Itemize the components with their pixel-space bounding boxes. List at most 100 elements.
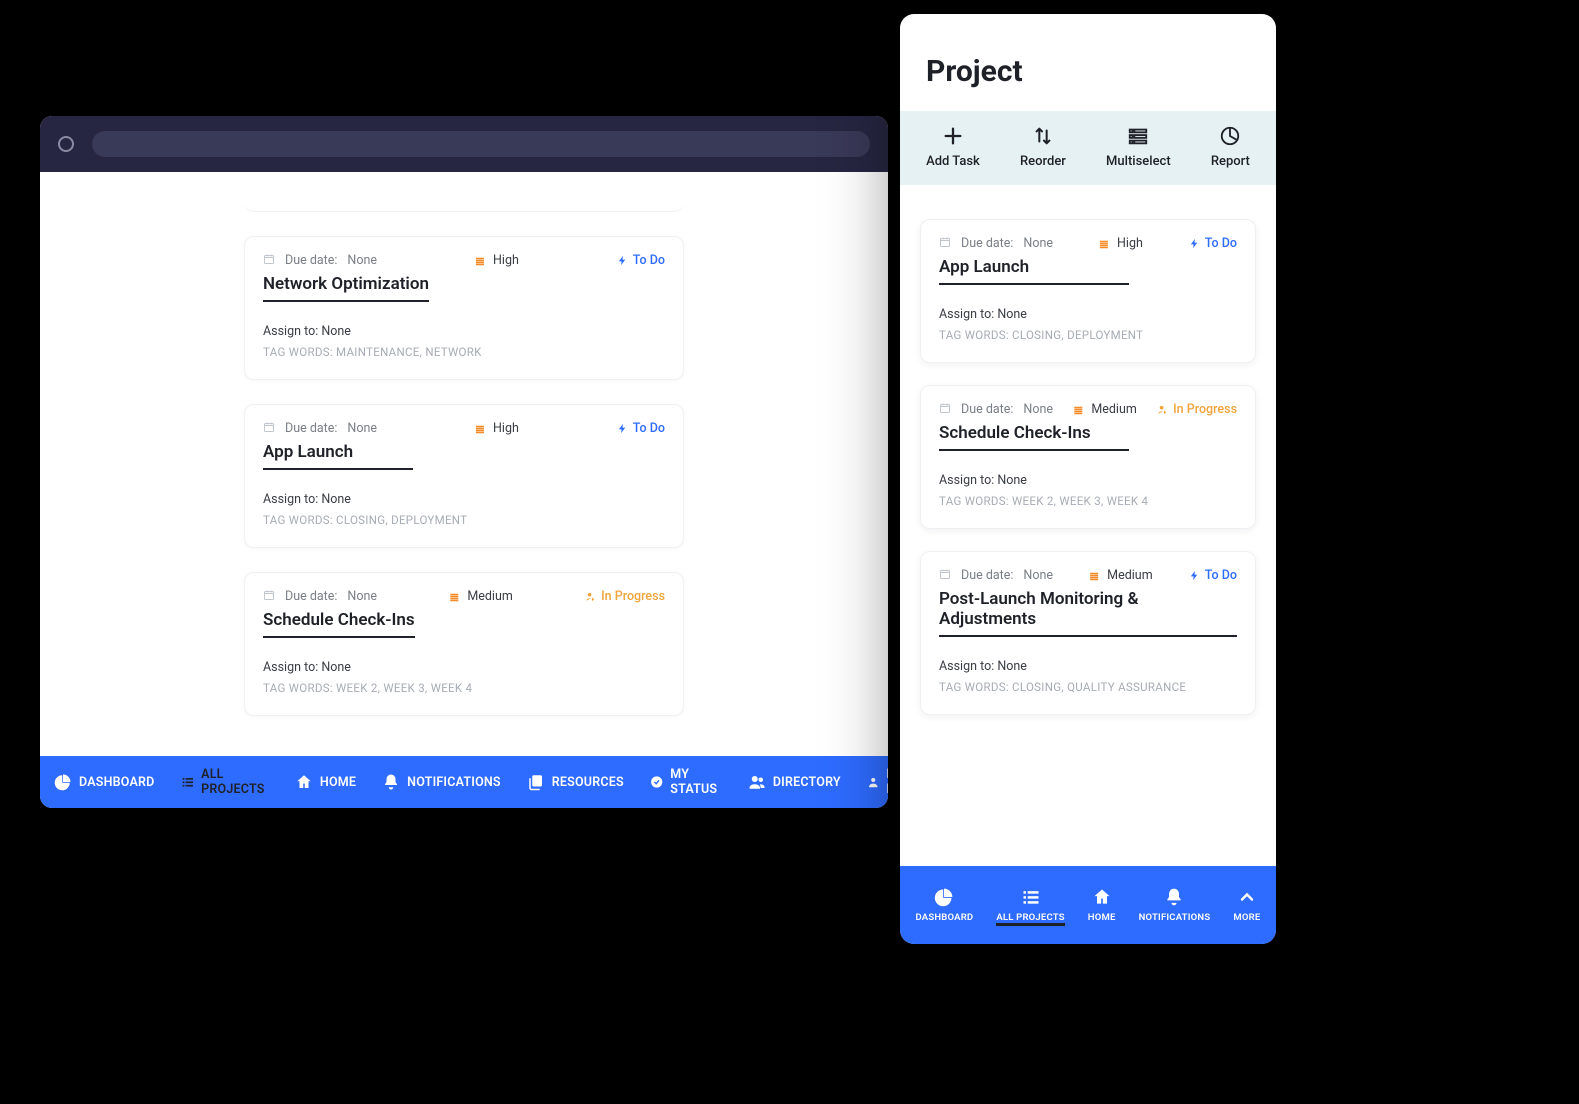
mnav-item-all-projects[interactable]: ALL PROJECTS <box>996 887 1064 926</box>
task-card[interactable]: Due date: None≣MediumIn ProgressSchedule… <box>244 572 684 716</box>
status-badge: To Do <box>617 253 665 268</box>
pie-icon <box>1219 125 1241 147</box>
priority-icon: ≣ <box>449 590 457 604</box>
nav-label: DIRECTORY <box>773 775 841 790</box>
mobile-frame: Project Add Task Reorder Multiselect Report… <box>900 14 1276 944</box>
calendar-icon <box>939 402 951 417</box>
assign-row: Assign to: None <box>939 659 1237 674</box>
due-date-label: Due date: <box>961 402 1013 417</box>
status-text: To Do <box>1205 236 1237 251</box>
home-icon <box>1092 887 1112 907</box>
mnav-item-more[interactable]: MORE <box>1233 887 1260 923</box>
bolt-icon <box>1189 238 1200 249</box>
status-text: In Progress <box>601 589 665 604</box>
nav-label: HOME <box>320 775 356 790</box>
chart-pie-icon <box>54 773 72 791</box>
mnav-label: NOTIFICATIONS <box>1139 912 1211 923</box>
browser-chrome <box>40 116 888 172</box>
mnav-item-dashboard[interactable]: DASHBOARD <box>916 887 974 923</box>
nav-item-all-projects[interactable]: ALL PROJECTS <box>181 767 269 797</box>
assign-row: Assign to: None <box>263 492 665 507</box>
task-card[interactable]: Due date: None≣MediumIn ProgressSchedule… <box>920 385 1256 529</box>
nav-item-my-status[interactable]: MY STATUS <box>650 767 722 797</box>
due-date-label: Due date: <box>285 253 337 268</box>
priority-icon: ≣ <box>1099 237 1107 251</box>
tags-row: TAG WORDS: WEEK 2, WEEK 3, WEEK 4 <box>263 681 665 695</box>
action-report[interactable]: Report <box>1211 125 1250 169</box>
nav-label: RESOURCES <box>552 775 624 790</box>
status-badge: In Progress <box>585 589 665 604</box>
calendar-icon <box>939 568 951 583</box>
nav-label: DASHBOARD <box>79 775 155 790</box>
task-card-partial <box>244 186 684 212</box>
nav-item-dashboard[interactable]: DASHBOARD <box>54 773 155 791</box>
status-badge: In Progress <box>1157 402 1237 417</box>
tags-row: TAG WORDS: MAINTENANCE, NETWORK <box>263 345 665 359</box>
calendar-icon <box>263 589 275 604</box>
due-date-value: None <box>347 253 377 268</box>
nav-label: NOTIFICATIONS <box>407 775 501 790</box>
copy-icon <box>527 773 545 791</box>
nav-label: EDIT PROFILE <box>886 767 888 797</box>
browser-menu-dot[interactable] <box>58 136 74 152</box>
list-icon <box>1127 125 1149 147</box>
nav-item-home[interactable]: HOME <box>295 773 356 791</box>
mobile-action-bar: Add Task Reorder Multiselect Report <box>900 111 1276 185</box>
action-label: Multiselect <box>1106 154 1171 169</box>
tags-row: TAG WORDS: CLOSING, DEPLOYMENT <box>263 513 665 527</box>
action-label: Reorder <box>1020 154 1066 169</box>
bell-icon <box>1164 887 1184 907</box>
due-date-label: Due date: <box>961 236 1013 251</box>
due-date-label: Due date: <box>285 421 337 436</box>
priority-icon: ≣ <box>1089 569 1097 583</box>
priority-value: Medium <box>467 589 512 604</box>
mobile-bottom-nav: DASHBOARD ALL PROJECTS HOME NOTIFICATIONS MO… <box>900 866 1276 944</box>
priority-icon: ≣ <box>475 422 483 436</box>
mnav-label: ALL PROJECTS <box>996 912 1064 923</box>
action-multiselect[interactable]: Multiselect <box>1106 125 1171 169</box>
priority-value: Medium <box>1107 568 1152 583</box>
nav-item-notifications[interactable]: NOTIFICATIONS <box>382 773 501 791</box>
browser-url-bar[interactable] <box>92 131 870 157</box>
bolt-icon <box>617 423 628 434</box>
mnav-item-notifications[interactable]: NOTIFICATIONS <box>1139 887 1211 923</box>
priority-icon: ≣ <box>475 254 483 268</box>
task-card[interactable]: Due date: None≣MediumTo DoPost-Launch Mo… <box>920 551 1256 715</box>
priority-icon: ≣ <box>1073 403 1081 417</box>
priority-value: High <box>493 421 519 436</box>
due-date-value: None <box>1023 568 1053 583</box>
mnav-item-home[interactable]: HOME <box>1088 887 1116 923</box>
bolt-icon <box>1189 570 1200 581</box>
home-icon <box>295 773 313 791</box>
status-text: To Do <box>633 421 665 436</box>
priority-value: High <box>493 253 519 268</box>
updown-icon <box>1032 125 1054 147</box>
task-title: Post-Launch Monitoring & Adjustments <box>939 589 1237 637</box>
assign-row: Assign to: None <box>939 473 1237 488</box>
mobile-task-list: Due date: None≣HighTo DoApp LaunchAssign… <box>900 185 1276 866</box>
nav-item-resources[interactable]: RESOURCES <box>527 773 624 791</box>
due-date-value: None <box>1023 402 1053 417</box>
users-icon <box>748 773 766 791</box>
due-date-label: Due date: <box>961 568 1013 583</box>
list-icon <box>181 773 195 791</box>
desktop-browser-window: Due date: None≣HighTo DoNetwork Optimiza… <box>40 116 888 808</box>
tags-row: TAG WORDS: CLOSING, QUALITY ASSURANCE <box>939 680 1237 694</box>
calendar-icon <box>263 421 275 436</box>
action-add-task[interactable]: Add Task <box>926 125 980 169</box>
mnav-label: HOME <box>1088 912 1116 923</box>
task-card[interactable]: Due date: None≣HighTo DoApp LaunchAssign… <box>920 219 1256 363</box>
due-date-label: Due date: <box>285 589 337 604</box>
page-title: Project <box>926 54 1250 89</box>
bolt-icon <box>617 255 628 266</box>
due-date-value: None <box>1023 236 1053 251</box>
nav-item-directory[interactable]: DIRECTORY <box>748 773 841 791</box>
due-date-value: None <box>347 421 377 436</box>
nav-item-edit-profile[interactable]: EDIT PROFILE <box>867 767 888 797</box>
task-card[interactable]: Due date: None≣HighTo DoNetwork Optimiza… <box>244 236 684 380</box>
task-title: App Launch <box>263 442 413 470</box>
action-reorder[interactable]: Reorder <box>1020 125 1066 169</box>
desktop-content: Due date: None≣HighTo DoNetwork Optimiza… <box>40 172 888 756</box>
priority-value: Medium <box>1091 402 1136 417</box>
task-card[interactable]: Due date: None ≣ High To Do App Launch Assign… <box>244 404 684 548</box>
